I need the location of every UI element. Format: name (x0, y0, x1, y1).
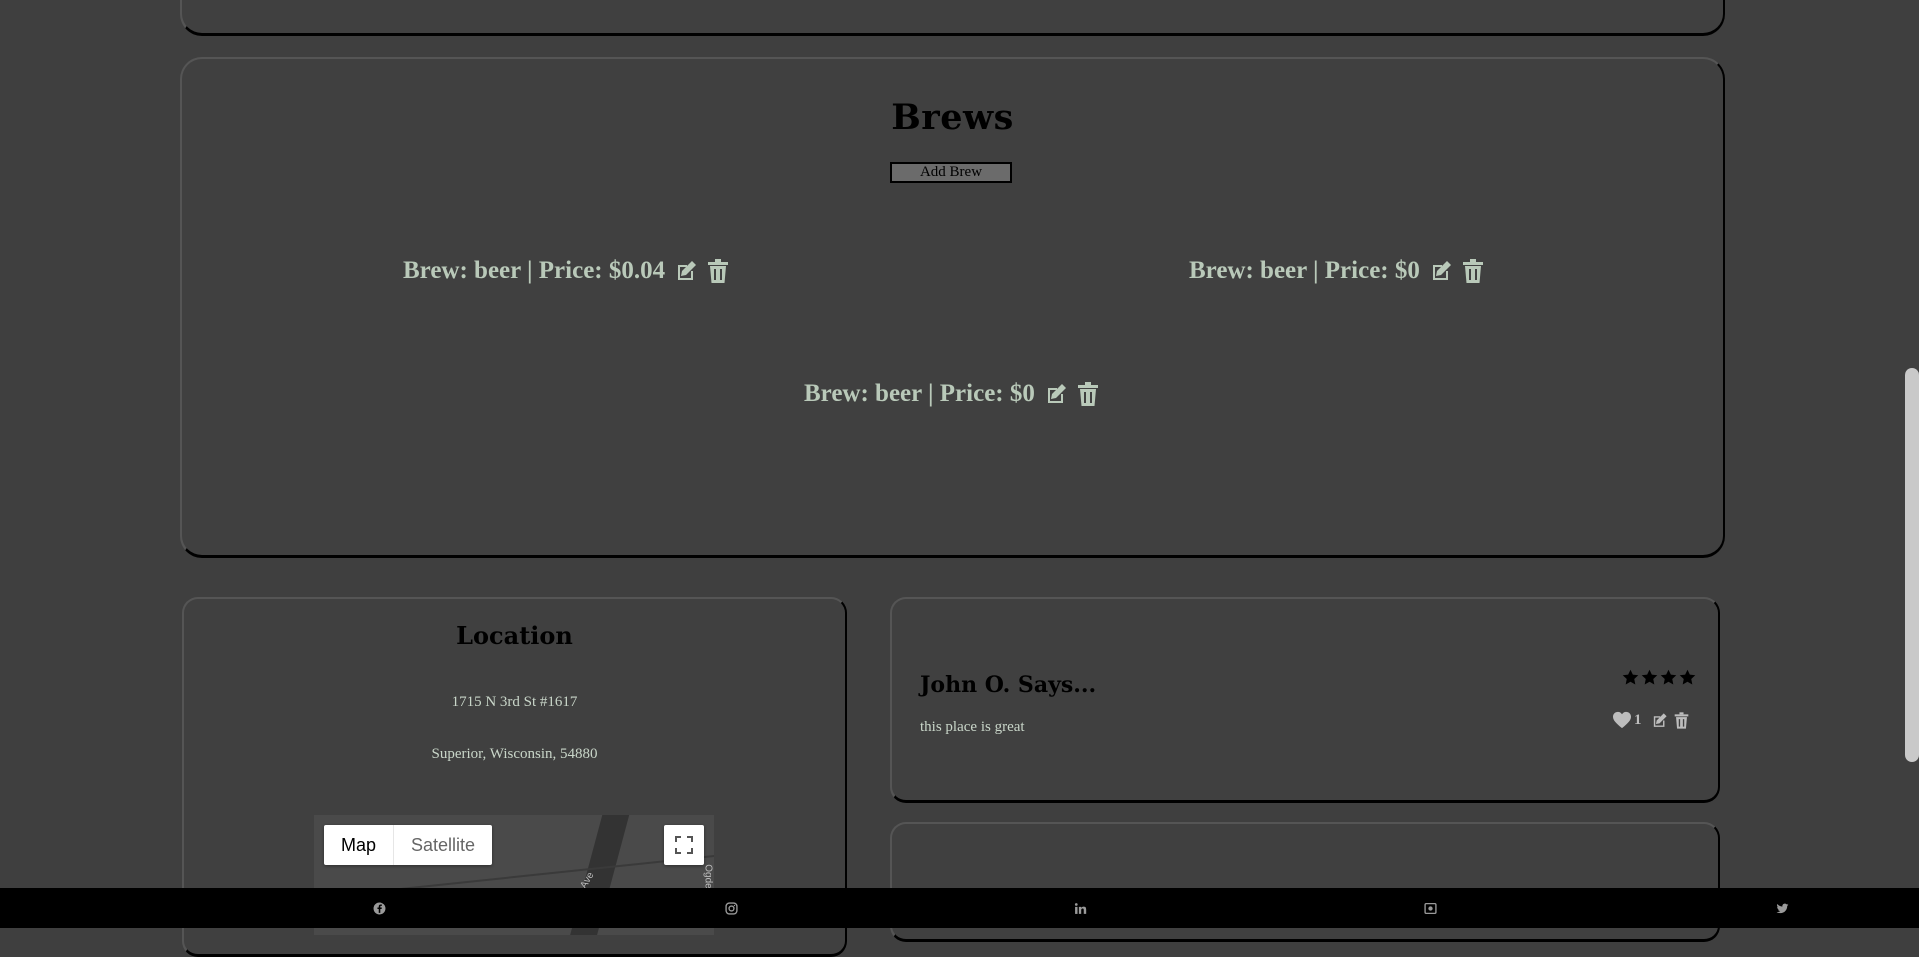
linkedin-icon[interactable] (1073, 901, 1087, 915)
star-icon (1679, 669, 1696, 685)
map-type-satellite-button[interactable]: Satellite (394, 825, 492, 865)
facebook-icon[interactable] (372, 901, 386, 915)
brew-item: Brew: beer | Price: $0 (1189, 257, 1484, 285)
previous-section-card (180, 0, 1725, 36)
review-card: John O. Says... this place is great 1 (890, 597, 1720, 803)
star-icon (1622, 669, 1639, 685)
add-brew-button[interactable]: Add Brew (890, 162, 1012, 183)
street-label: Ogde (702, 864, 714, 889)
edit-icon[interactable] (674, 259, 698, 283)
brew-label: Brew: beer | Price: $0.04 (403, 257, 666, 284)
review-actions: 1 (1612, 711, 1689, 729)
trash-icon[interactable] (1462, 259, 1484, 283)
brews-section: Brews Add Brew Brew: beer | Price: $0.04… (180, 57, 1725, 558)
brew-item: Brew: beer | Price: $0.04 (403, 257, 729, 285)
star-icon (1660, 669, 1677, 685)
edit-icon[interactable] (1429, 259, 1453, 283)
brew-label: Brew: beer | Price: $0 (1189, 257, 1420, 284)
fullscreen-button[interactable] (664, 825, 704, 865)
review-author: John O. Says... (920, 672, 1097, 698)
address-line-1: 1715 N 3rd St #1617 (451, 694, 578, 710)
portfolio-icon[interactable] (1423, 901, 1437, 915)
address-line-2: Superior, Wisconsin, 54880 (431, 746, 598, 762)
like-count: 1 (1634, 711, 1642, 728)
instagram-icon[interactable] (724, 901, 738, 915)
brews-title: Brews (891, 97, 1014, 138)
twitter-icon[interactable] (1775, 901, 1789, 915)
trash-icon[interactable] (707, 259, 729, 283)
brew-label: Brew: beer | Price: $0 (804, 380, 1035, 407)
edit-icon[interactable] (1044, 382, 1068, 406)
brew-item: Brew: beer | Price: $0 (804, 380, 1099, 408)
trash-icon[interactable] (1077, 382, 1099, 406)
location-title: Location (456, 621, 573, 650)
footer (0, 888, 1919, 928)
heart-icon[interactable] (1612, 711, 1632, 729)
review-text: this place is great (920, 719, 1025, 735)
map-type-map-button[interactable]: Map (324, 825, 395, 865)
trash-icon[interactable] (1674, 711, 1689, 729)
scrollbar-thumb[interactable] (1905, 368, 1919, 762)
map-type-toggle: Map Satellite (324, 825, 493, 865)
fullscreen-icon (675, 836, 693, 854)
star-icon (1641, 669, 1658, 685)
star-rating (1622, 669, 1696, 686)
edit-icon[interactable] (1651, 712, 1668, 729)
